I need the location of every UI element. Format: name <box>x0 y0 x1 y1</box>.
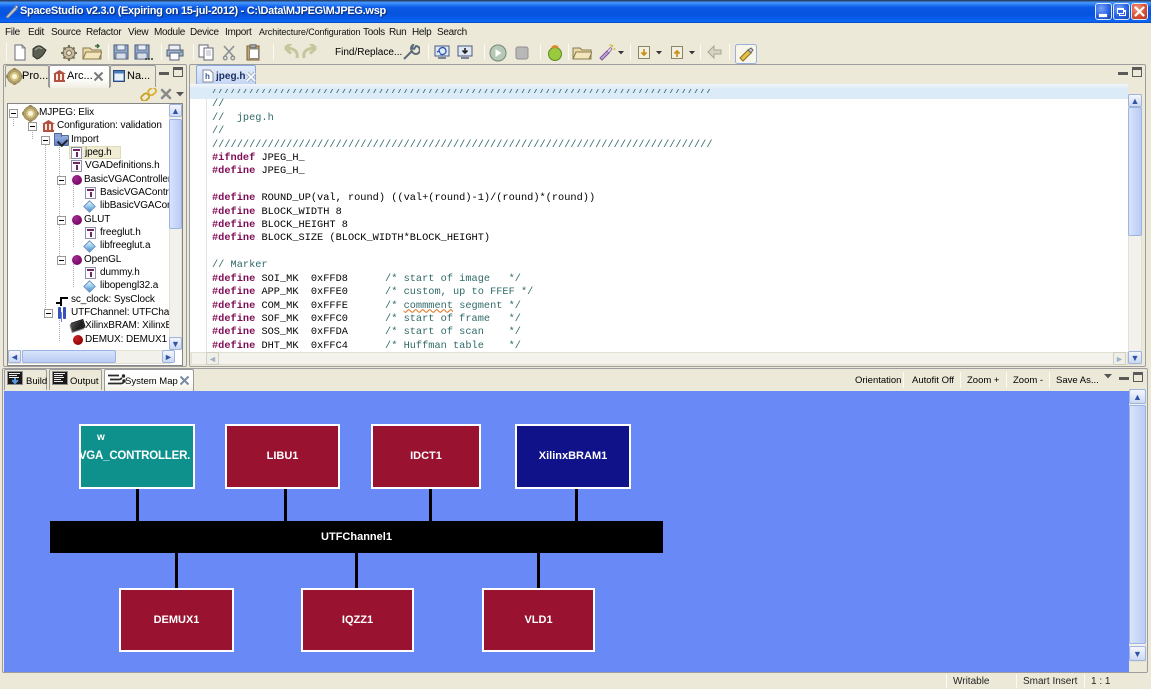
svg-text:h: h <box>205 72 210 81</box>
